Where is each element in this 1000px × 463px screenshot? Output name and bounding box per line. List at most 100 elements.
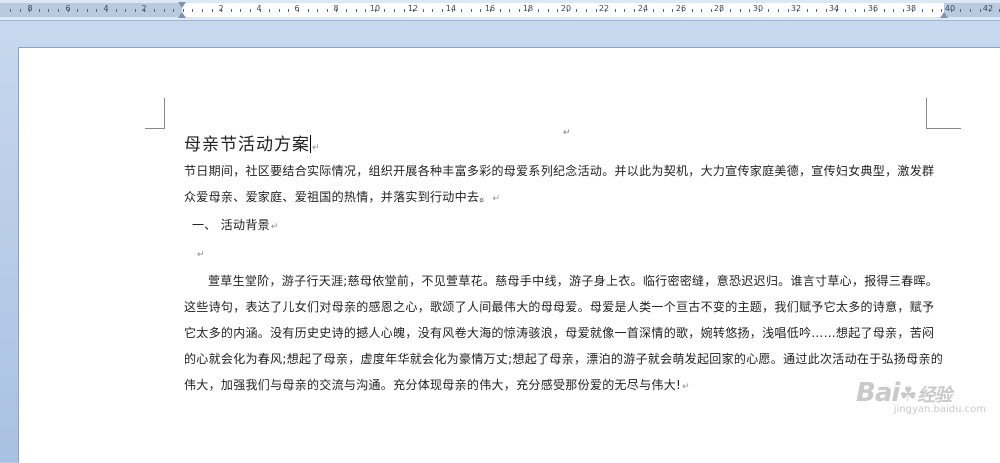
ruler-tick — [212, 9, 213, 12]
horizontal-ruler[interactable]: 8642246810121416182022242628303234363840… — [0, 0, 1000, 21]
ruler-tick — [653, 9, 654, 12]
ruler-tick — [692, 9, 693, 12]
ruler-number: 38 — [905, 4, 917, 13]
ruler-tick — [605, 9, 606, 12]
ruler-number: 14 — [445, 4, 457, 13]
ruler-tick — [807, 9, 808, 12]
ruler-tick — [903, 9, 904, 12]
ruler-number: 28 — [713, 4, 725, 13]
ruler-tick — [394, 9, 395, 12]
ruler-tick — [10, 9, 11, 12]
ruler-tick — [615, 9, 616, 12]
margin-corner-top-left — [145, 98, 165, 129]
blank-paragraph[interactable]: ↵ — [196, 240, 946, 268]
ruler-tick — [288, 9, 289, 12]
ruler-tick — [461, 9, 462, 12]
ruler-tick — [538, 9, 539, 12]
hanging-indent-marker[interactable] — [178, 12, 186, 18]
ruler-tick — [768, 9, 769, 12]
ruler-tick — [480, 9, 481, 12]
ruler-tick — [884, 9, 885, 12]
ruler-number: 20 — [560, 4, 572, 13]
ruler-number: 36 — [867, 4, 879, 13]
ruler-tick — [893, 9, 894, 12]
ruler-tick — [740, 9, 741, 12]
ruler-tick — [836, 9, 837, 12]
document-body[interactable]: 母亲节活动方案 ↵ 节日期间，社区要结合实际情况，组织开展各种丰富多彩的母爱系列纪… — [166, 130, 946, 400]
ruler-tick — [240, 9, 241, 12]
ruler-tick — [404, 9, 405, 12]
ruler-tick — [970, 9, 971, 12]
ruler-tick — [912, 9, 913, 12]
ruler-tick — [864, 9, 865, 12]
ruler-tick — [548, 9, 549, 12]
ruler-number: 42 — [982, 4, 994, 13]
ruler-tick — [58, 9, 59, 12]
ruler-tick — [68, 9, 69, 12]
ruler-number: 34 — [828, 4, 840, 13]
ruler-tick — [269, 9, 270, 12]
ruler-tick — [845, 9, 846, 12]
ruler-tick — [980, 9, 981, 12]
ruler-tick — [336, 9, 337, 12]
document-title[interactable]: 母亲节活动方案 ↵ — [184, 132, 946, 158]
ruler-tick — [701, 9, 702, 12]
ruler-tick — [116, 9, 117, 12]
ruler-tick — [144, 9, 145, 12]
ruler-tick — [260, 9, 261, 12]
ruler-tick — [154, 9, 155, 12]
ruler-tick — [932, 9, 933, 12]
ruler-tick — [663, 9, 664, 12]
ruler-number: 30 — [752, 4, 764, 13]
ruler-number: 24 — [637, 4, 649, 13]
ruler-tick — [298, 9, 299, 12]
ruler-tick — [125, 9, 126, 12]
ruler-tick — [423, 9, 424, 12]
ruler-tick — [48, 9, 49, 12]
ruler-tick — [356, 9, 357, 12]
ruler-number: 32 — [790, 4, 802, 13]
ruler-tick — [346, 9, 347, 12]
ruler-tick — [442, 9, 443, 12]
ruler-tick — [135, 9, 136, 12]
ruler-tick — [202, 9, 203, 12]
background-paragraph[interactable]: 萱草生堂阶，游子行天涯;慈母依堂前，不见萱草花。慈母手中线，游子身上衣。临行密密… — [184, 268, 946, 400]
ruler-tick — [682, 9, 683, 12]
ruler-tick — [960, 9, 961, 12]
ruler-tick — [413, 9, 414, 12]
section-heading[interactable]: 一、 活动背景↵ — [184, 212, 946, 240]
ruler-tick — [567, 9, 568, 12]
ruler-tick — [432, 9, 433, 12]
ruler-tick — [778, 9, 779, 12]
ruler-tick — [173, 9, 174, 12]
ruler-tick — [874, 9, 875, 12]
ruler-tick — [922, 9, 923, 12]
ruler-tick — [586, 9, 587, 12]
ruler-tick — [826, 9, 827, 12]
baidu-jingyan-watermark: Bai☘经验 jingyan.baidu.com — [856, 378, 986, 415]
ruler-tick — [164, 9, 165, 12]
ruler-tick — [250, 9, 251, 12]
intro-paragraph[interactable]: 节日期间，社区要结合实际情况，组织开展各种丰富多彩的母爱系列纪念活动。并以此为契… — [184, 158, 946, 212]
first-line-indent-marker[interactable] — [178, 2, 186, 8]
ruler-tick — [192, 9, 193, 12]
ruler-tick — [471, 9, 472, 12]
ruler-tick — [730, 9, 731, 12]
ruler-tick — [855, 9, 856, 12]
ruler-tick — [106, 9, 107, 12]
ruler-tick — [327, 9, 328, 12]
ruler-tick — [711, 9, 712, 12]
ruler-tick — [509, 9, 510, 12]
margin-corner-top-right — [926, 98, 961, 129]
right-indent-marker[interactable] — [940, 12, 948, 18]
ruler-tick — [77, 9, 78, 12]
ruler-tick — [20, 9, 21, 12]
ruler-tick — [634, 9, 635, 12]
ruler-tick — [749, 9, 750, 12]
ruler-tick — [951, 9, 952, 12]
ruler-tick — [816, 9, 817, 12]
ruler-number: 22 — [598, 4, 610, 13]
ruler-tick — [365, 9, 366, 12]
ruler-tick — [759, 9, 760, 12]
ruler-tick — [519, 9, 520, 12]
